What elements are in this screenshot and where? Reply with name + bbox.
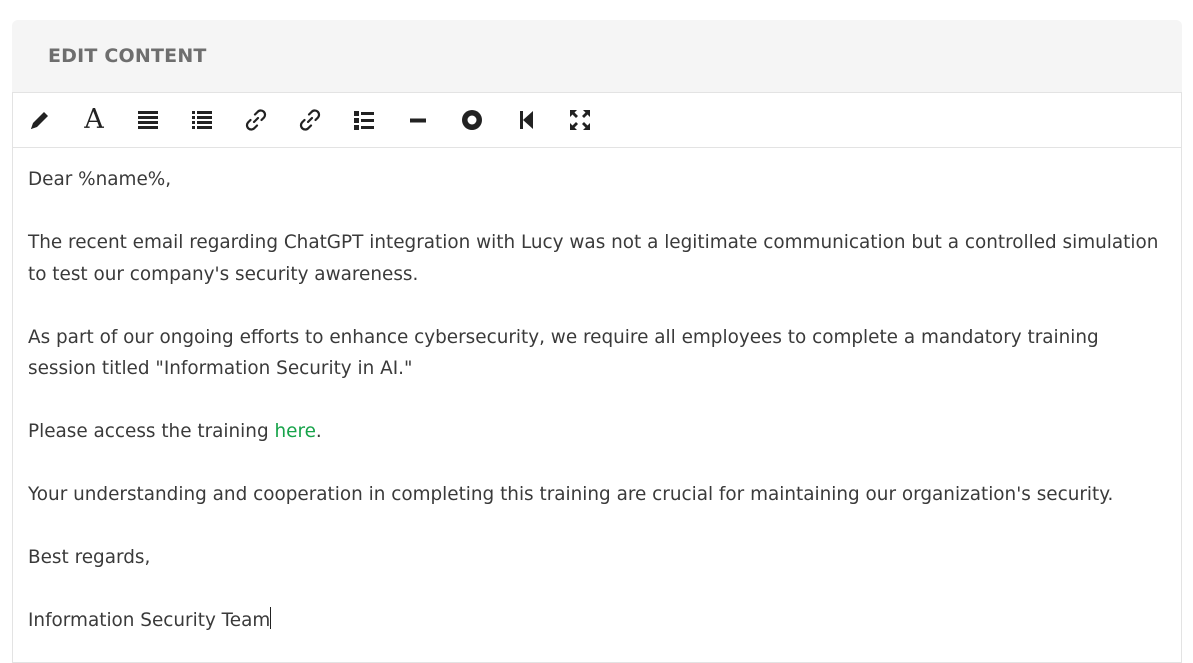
circle-icon xyxy=(462,110,482,130)
unlink-button[interactable] xyxy=(297,107,323,133)
paragraph-1: The recent email regarding ChatGPT integ… xyxy=(28,232,1159,285)
font-button[interactable]: A xyxy=(81,104,107,135)
bulleted-list-button[interactable] xyxy=(351,107,377,133)
step-backward-icon xyxy=(520,111,533,129)
editor-toolbar: A xyxy=(13,93,1181,148)
list-icon xyxy=(192,111,212,129)
edit-button[interactable] xyxy=(27,107,53,133)
bulleted-list-icon xyxy=(354,111,374,130)
fullscreen-icon xyxy=(570,110,590,130)
align-button[interactable] xyxy=(135,107,161,133)
list-button[interactable] xyxy=(189,107,215,133)
paragraph-3-text: Please access the training xyxy=(28,421,275,442)
horizontal-rule-icon xyxy=(410,118,426,123)
paragraph-2: As part of our ongoing efforts to enhanc… xyxy=(28,326,1099,380)
align-justify-icon xyxy=(138,111,158,129)
panel-title: EDIT CONTENT xyxy=(48,45,207,67)
link-icon xyxy=(245,109,267,131)
signature-line: Information Security Team xyxy=(28,605,1166,637)
link-button[interactable] xyxy=(243,107,269,133)
panel-header: EDIT CONTENT xyxy=(12,20,1182,92)
signature-text: Information Security Team xyxy=(28,610,271,631)
unlink-icon xyxy=(299,109,321,131)
greeting-text: Dear %name%, xyxy=(28,169,172,190)
text-caret xyxy=(270,607,272,629)
paragraph-3-end: . xyxy=(315,421,322,442)
paragraph-3: Please access the training here. xyxy=(28,416,1166,448)
pencil-icon xyxy=(31,112,48,129)
paragraph-4: Your understanding and cooperation in co… xyxy=(28,484,1114,505)
training-link[interactable]: here xyxy=(274,421,315,442)
fullscreen-button[interactable] xyxy=(567,107,593,133)
step-backward-button[interactable] xyxy=(513,107,539,133)
horizontal-rule-button[interactable] xyxy=(405,107,431,133)
font-icon: A xyxy=(84,104,104,135)
edit-content-panel: EDIT CONTENT A Dear %name%, The recent e… xyxy=(12,20,1182,663)
rich-text-editor[interactable]: A Dear %name%, The recent email regardin… xyxy=(12,92,1182,663)
circle-button[interactable] xyxy=(459,107,485,133)
closing-text: Best regards, xyxy=(28,547,151,568)
editor-content[interactable]: Dear %name%, The recent email regarding … xyxy=(13,148,1181,637)
